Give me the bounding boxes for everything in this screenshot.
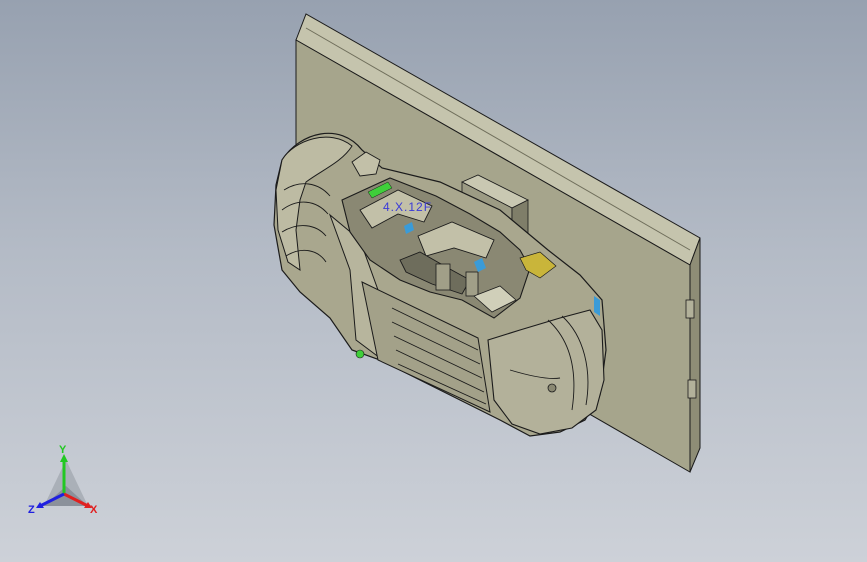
view-orientation-triad[interactable]: Y X Z [26,444,106,524]
graphics-viewport[interactable]: 4.X.12F Y X Z [0,0,867,562]
dimension-annotation[interactable]: 4.X.12F [383,200,432,214]
triad-z-label: Z [28,504,35,516]
triad-x-label: X [90,504,98,516]
3d-model-view[interactable] [0,0,867,562]
triad-y-label: Y [59,444,67,456]
